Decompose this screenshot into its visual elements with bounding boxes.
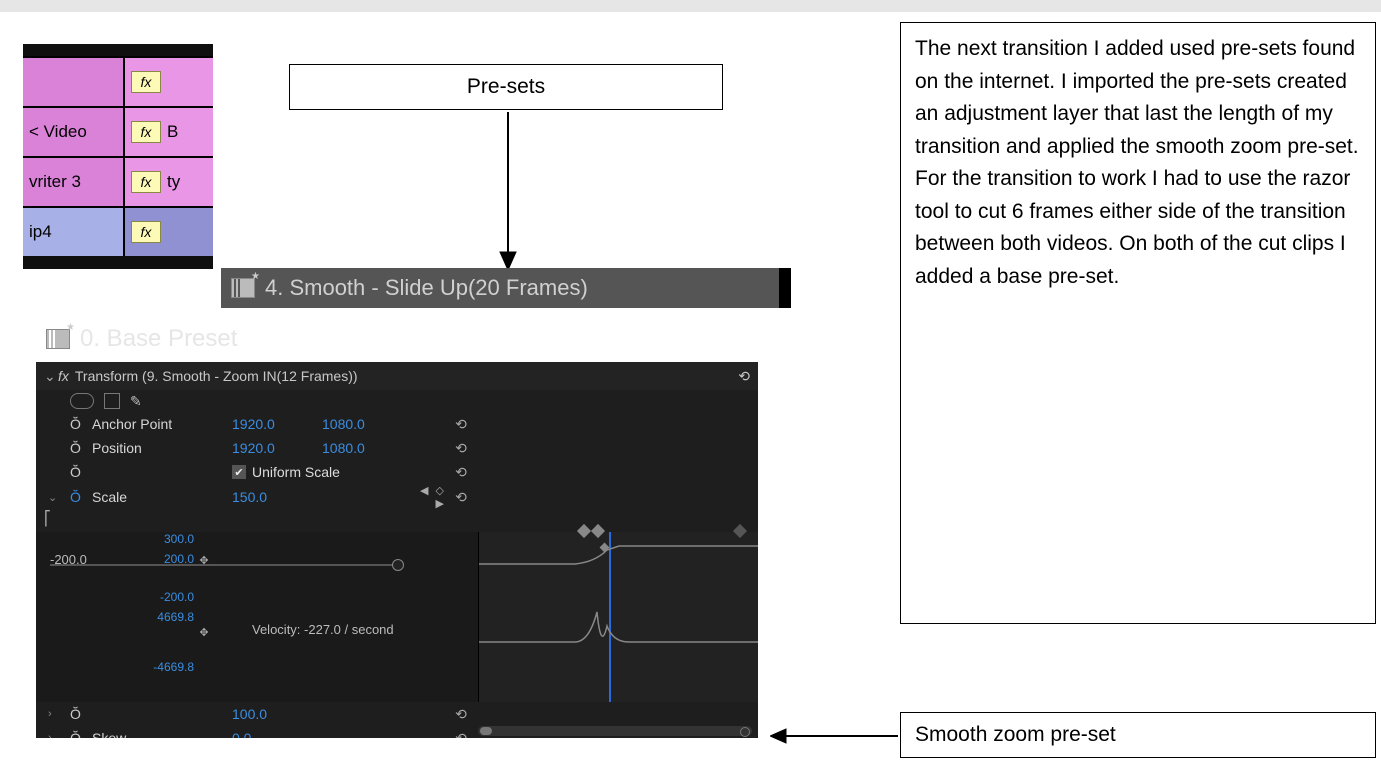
fx-badge-icon: fx [131,171,161,193]
effect-header[interactable]: ⌄ fx Transform (9. Smooth - Zoom IN(12 F… [36,362,758,390]
fx-icon: fx [58,368,69,384]
prop-scale: ⌄ Ŏ Scale 150.0 ◀ ◇ ▶ [36,484,758,508]
timeline-row[interactable]: fx [23,56,213,106]
notes-box: The next transition I added used pre-set… [900,22,1376,624]
preset-film-icon [231,278,255,298]
clip-text: ty [167,172,180,192]
arrow-smooth-left-icon [770,724,900,748]
graph-tick: 200.0 [134,552,194,566]
timeline-track-label: < Video [23,108,125,156]
prop-value-x[interactable]: 1920.0 [232,440,322,456]
velocity-readout: Velocity: -227.0 / second [252,622,394,637]
value-slider-track[interactable] [50,564,402,566]
reset-prop-button[interactable] [446,730,476,739]
bracket-icon [44,510,70,527]
reset-prop-button[interactable] [446,416,476,433]
graph-tick: 4669.8 [134,610,194,624]
prop-label: Position [92,440,232,456]
timeline-track-label: vriter 3 [23,158,125,206]
reset-prop-button[interactable] [446,464,476,481]
twisty-icon[interactable]: ⌄ [48,491,70,504]
stopwatch-icon[interactable]: Ŏ [70,440,92,456]
graph-tick: -4669.8 [134,660,194,674]
scrollbar-thumb[interactable] [480,727,492,735]
keyframe-graph[interactable]: -200.0 300.0 200.0 ✥ -200.0 4669.8 ✥ -46… [36,532,758,702]
ellipse-mask-button[interactable] [70,393,94,409]
keyframe-nav[interactable]: ◀ ◇ ▶ [412,484,446,510]
prop-value-y[interactable]: 1080.0 [322,416,412,432]
reset-effect-button[interactable] [738,368,750,385]
graph-zoom-handle-icon[interactable]: ✥ [198,554,210,566]
timeline-clip[interactable]: fx [125,208,213,256]
velocity-curve-icon [479,602,758,682]
fx-badge-icon: fx [131,121,161,143]
stopwatch-icon[interactable]: Ŏ [70,489,92,505]
stopwatch-icon[interactable]: Ŏ [70,730,92,738]
uniform-scale-checkbox[interactable]: ✔ Uniform Scale [232,464,412,480]
stopwatch-icon[interactable]: Ŏ [70,706,92,722]
prop-skew: › Ŏ Skew 0.0 [36,726,478,738]
twisty-icon[interactable]: ⌄ [44,368,58,385]
prop-value-x[interactable]: 1920.0 [232,416,322,432]
timeline-row[interactable]: vriter 3 fx ty [23,156,213,206]
page-top-bar [0,0,1381,12]
prop-uniform-scale: Ŏ ✔ Uniform Scale [36,460,758,484]
label-smooth-zoom: Smooth zoom pre-set [900,712,1376,758]
twisty-icon[interactable]: › [48,732,70,738]
checkbox-icon: ✔ [232,465,246,479]
graph-tick: 300.0 [134,532,194,546]
horizontal-scrollbar[interactable] [478,726,752,736]
rectangle-mask-button[interactable] [104,393,120,409]
scrollbar-end-icon [740,727,750,737]
preset-film-icon [46,329,70,349]
effect-header-title: Transform (9. Smooth - Zoom IN(12 Frames… [75,368,730,384]
timeline-row[interactable]: < Video fx B [23,106,213,156]
fx-badge-icon: fx [131,71,161,93]
preset-item-base[interactable]: 0. Base Preset [36,322,496,356]
reset-prop-button[interactable] [446,440,476,457]
pen-mask-button[interactable] [130,393,142,410]
timeline-clip[interactable]: fx B [125,108,213,156]
prop-value[interactable]: 100.0 [232,706,322,722]
preset-item-label: 4. Smooth - Slide Up(20 Frames) [265,275,588,301]
timeline-row[interactable]: ip4 fx [23,206,213,256]
twisty-icon[interactable]: › [48,708,70,720]
prop-anchor-point: Ŏ Anchor Point 1920.0 1080.0 [36,412,758,436]
timeline-clip[interactable]: fx [125,58,213,106]
stopwatch-icon[interactable]: Ŏ [70,464,92,480]
prop-extra-100: › Ŏ 100.0 [36,702,478,726]
reset-prop-button[interactable] [446,489,476,506]
effect-controls-panel: ⌄ fx Transform (9. Smooth - Zoom IN(12 F… [36,362,758,738]
prop-position: Ŏ Position 1920.0 1080.0 [36,436,758,460]
graph-tick: -200.0 [134,590,194,604]
timeline-track-label: ip4 [23,208,125,256]
prop-value[interactable]: 150.0 [232,489,322,505]
label-presets: Pre-sets [289,64,723,110]
arrow-presets-down-icon [488,112,528,272]
graph-zoom-handle-icon[interactable]: ✥ [198,626,210,638]
graph-plot-area[interactable] [478,532,758,702]
stopwatch-icon[interactable]: Ŏ [70,416,92,432]
effect-mask-toolbar [36,390,758,412]
prop-value[interactable]: 0.0 [232,730,322,738]
timeline-clip[interactable]: fx ty [125,158,213,206]
clip-text: B [167,122,178,142]
value-curve-icon [479,532,758,612]
prop-label: Anchor Point [92,416,232,432]
prop-label: Skew [92,730,232,738]
preset-item-slide-up[interactable]: 4. Smooth - Slide Up(20 Frames) [221,268,791,308]
prop-label: Uniform Scale [252,464,340,480]
preset-item-label: 0. Base Preset [80,325,237,353]
value-slider-thumb[interactable] [392,559,404,571]
prop-value-y[interactable]: 1080.0 [322,440,412,456]
prop-label: Scale [92,489,232,505]
reset-prop-button[interactable] [446,706,476,723]
fx-badge-icon: fx [131,221,161,243]
timeline-clip-area: fx < Video fx B vriter 3 fx ty ip4 fx [23,44,213,269]
timeline-track-label [23,58,125,106]
